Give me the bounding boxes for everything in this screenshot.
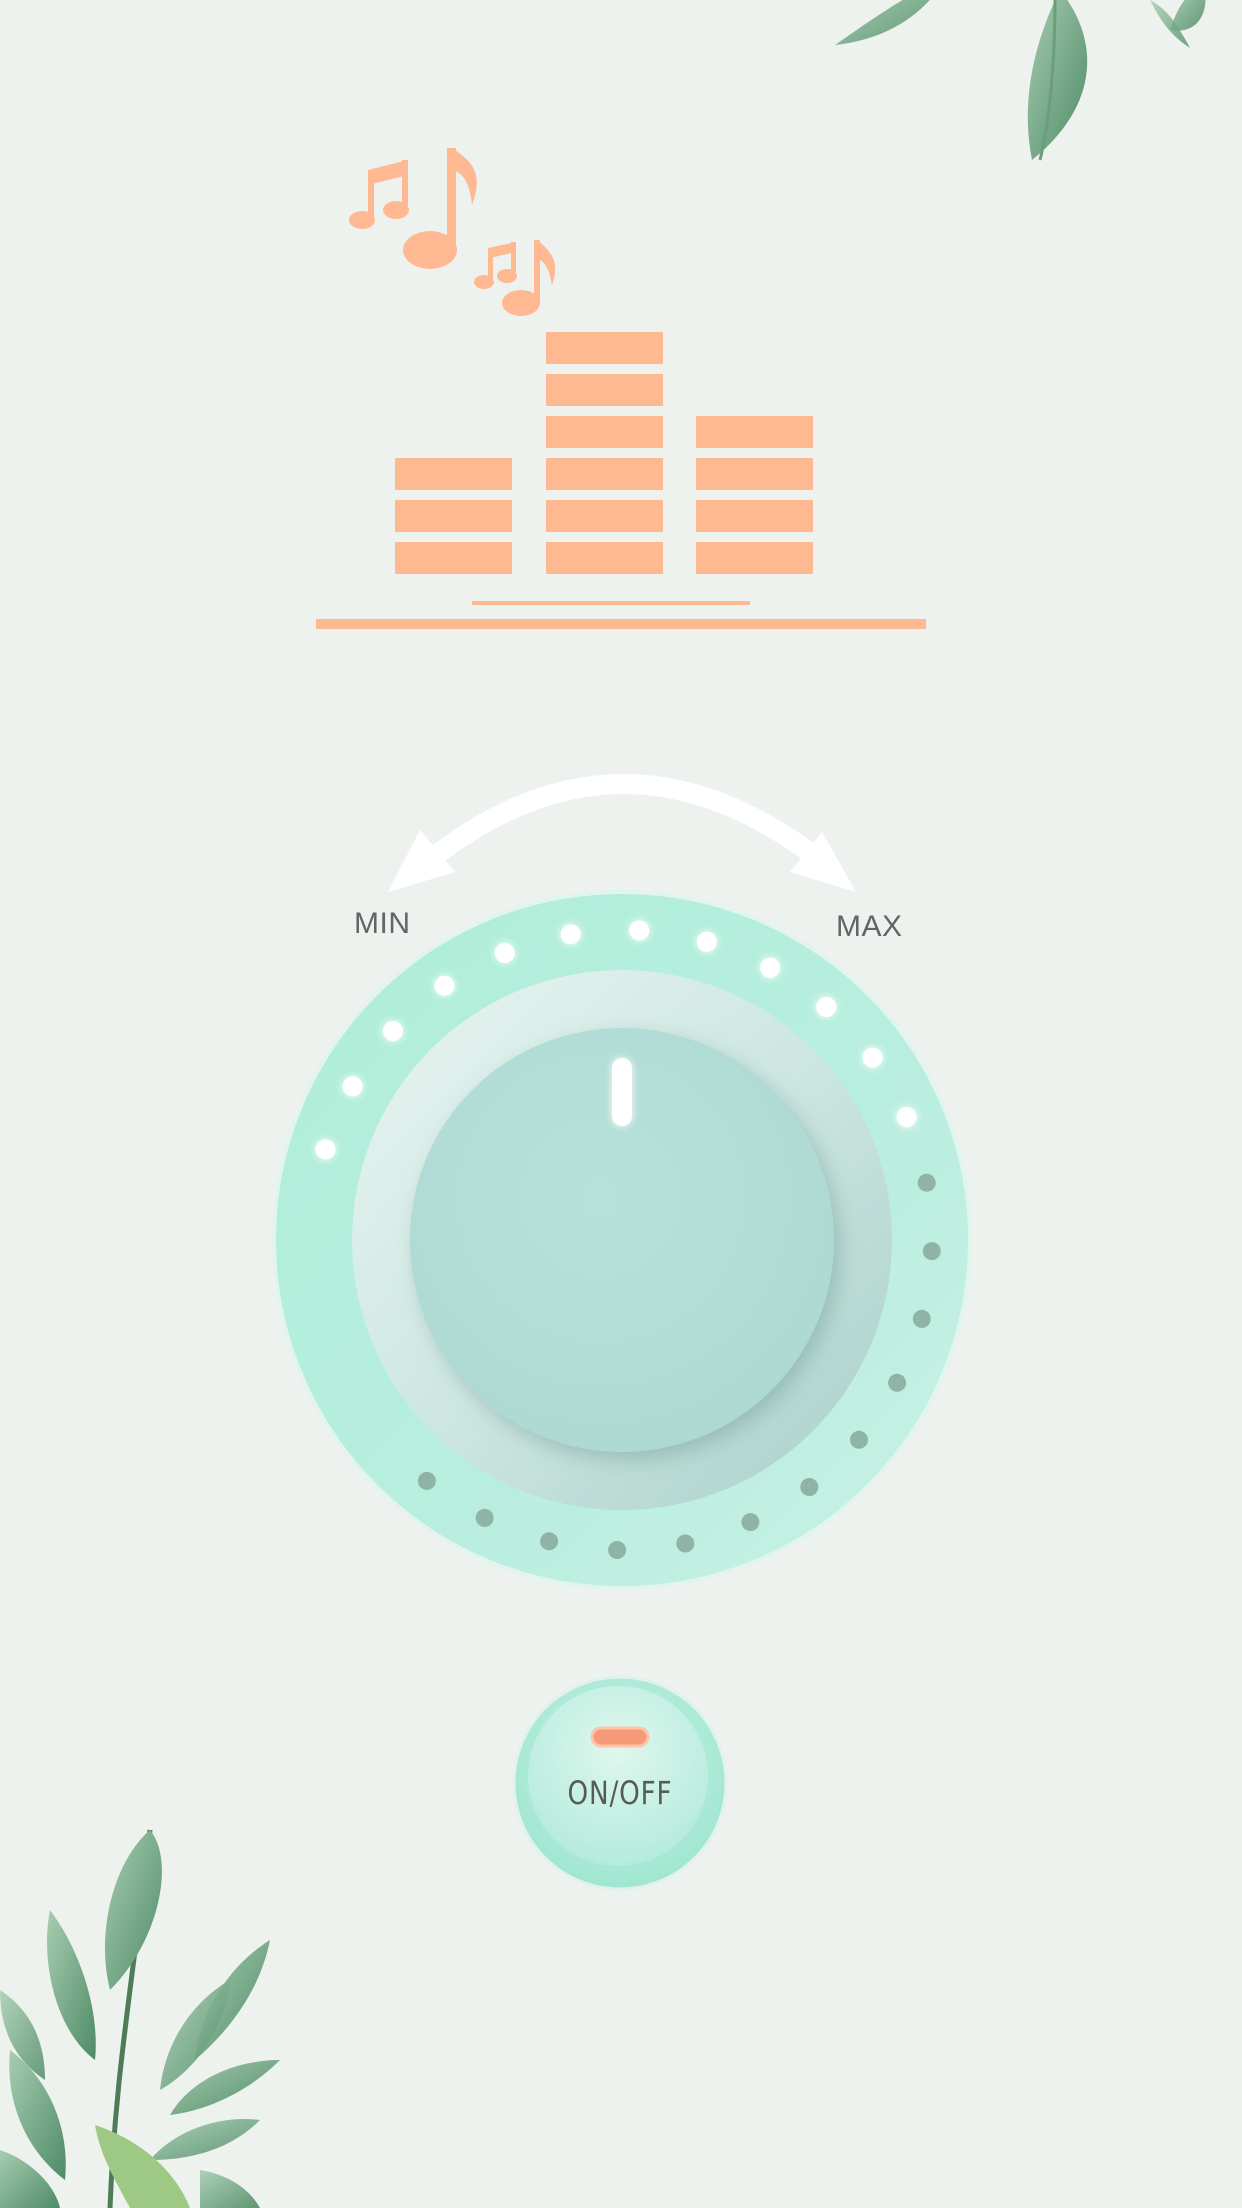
level-dot-lit <box>816 997 837 1017</box>
level-dot-lit <box>315 1139 336 1160</box>
level-dot-lit <box>696 931 717 952</box>
level-dot-unlit <box>850 1430 868 1449</box>
power-button[interactable]: ON/OFF <box>512 1672 728 1894</box>
level-dot-unlit <box>475 1508 494 1527</box>
level-dot-unlit <box>676 1534 695 1553</box>
power-indicator-light <box>590 1726 650 1748</box>
knob-indicator <box>612 1058 632 1126</box>
level-dot-unlit <box>800 1478 819 1496</box>
level-dot-unlit <box>912 1309 931 1328</box>
level-dot-lit <box>494 943 515 963</box>
level-dot-lit <box>629 920 650 941</box>
level-dot-lit <box>383 1021 403 1041</box>
level-dot-unlit <box>922 1242 941 1261</box>
volume-knob-screen: MIN MAX ON/OFF <box>0 0 1242 2208</box>
power-button-label: ON/OFF <box>567 1774 673 1812</box>
level-dot-unlit <box>888 1373 907 1392</box>
level-dot-unlit <box>917 1173 936 1192</box>
level-dot-lit <box>560 924 581 945</box>
level-dot-unlit <box>417 1471 436 1490</box>
max-label: MAX <box>836 910 903 943</box>
level-dot-lit <box>896 1107 917 1128</box>
min-label: MIN <box>354 907 411 940</box>
level-dot-lit <box>862 1047 883 1068</box>
level-dot-unlit <box>608 1541 627 1559</box>
level-dot-unlit <box>741 1513 760 1532</box>
level-dot-lit <box>342 1076 363 1097</box>
level-dot-unlit <box>540 1532 559 1551</box>
level-dot-lit <box>760 957 781 978</box>
level-dot-lit <box>434 975 455 996</box>
